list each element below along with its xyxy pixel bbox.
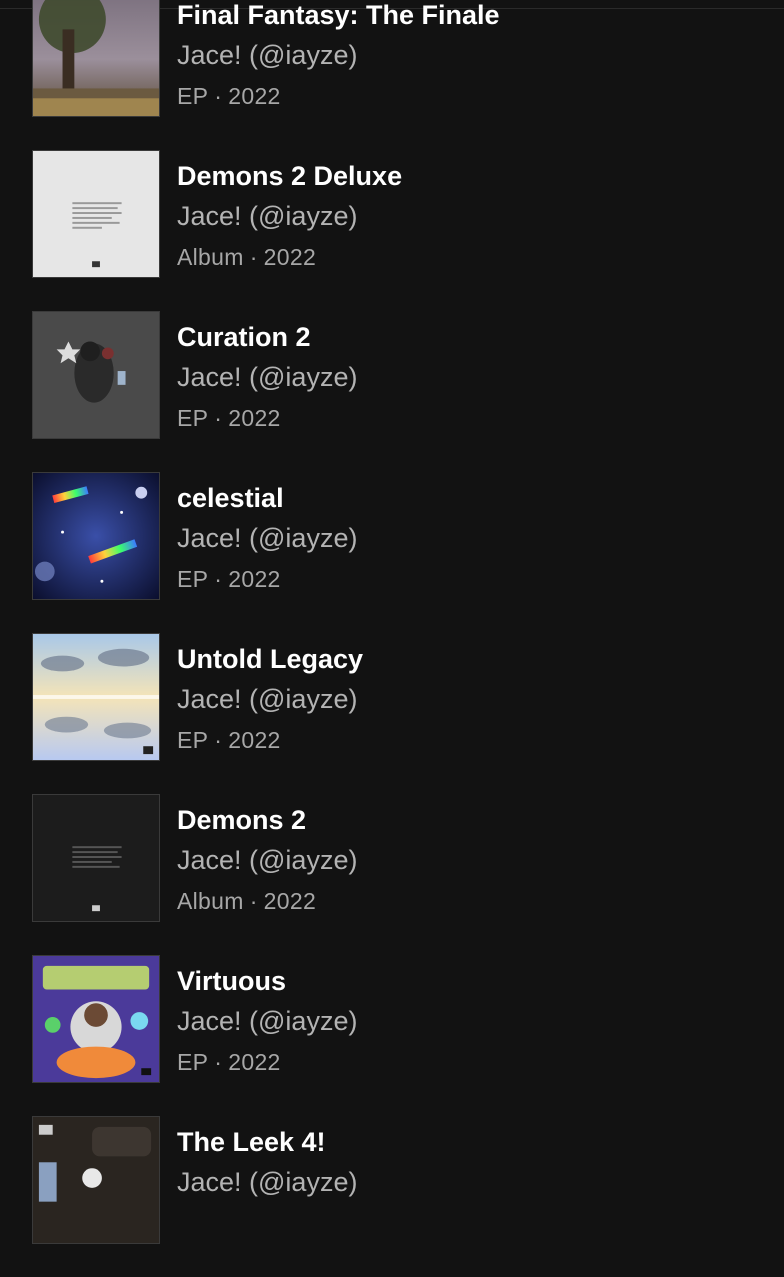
release-title[interactable]: The Leek 4! bbox=[177, 1127, 757, 1157]
release-type: EP bbox=[177, 1049, 209, 1075]
release-info: EP · 2022 bbox=[177, 82, 757, 110]
release-type: EP bbox=[177, 727, 209, 753]
release-row[interactable]: Demons 2 Jace! (@iayze) Album · 2022 bbox=[0, 794, 784, 955]
release-type: EP bbox=[177, 405, 209, 431]
release-artist[interactable]: Jace! (@iayze) bbox=[177, 40, 757, 70]
release-meta: Demons 2 Jace! (@iayze) Album · 2022 bbox=[177, 794, 757, 915]
album-cover bbox=[32, 150, 160, 278]
album-cover bbox=[32, 1116, 160, 1244]
release-type: Album bbox=[177, 888, 244, 914]
release-artist[interactable]: Jace! (@iayze) bbox=[177, 201, 757, 231]
release-info: EP · 2022 bbox=[177, 726, 757, 754]
separator-dot: · bbox=[214, 566, 223, 592]
release-meta: celestial Jace! (@iayze) EP · 2022 bbox=[177, 472, 757, 593]
release-meta: Final Fantasy: The Finale Jace! (@iayze)… bbox=[177, 0, 757, 110]
release-row[interactable]: Virtuous Jace! (@iayze) EP · 2022 bbox=[0, 955, 784, 1116]
release-type: EP bbox=[177, 566, 209, 592]
release-meta: Untold Legacy Jace! (@iayze) EP · 2022 bbox=[177, 633, 757, 754]
release-info: Album · 2022 bbox=[177, 243, 757, 271]
release-year: 2022 bbox=[228, 405, 281, 431]
release-year: 2022 bbox=[263, 888, 317, 914]
release-title[interactable]: Demons 2 Deluxe bbox=[177, 161, 757, 191]
album-cover bbox=[32, 472, 160, 600]
release-artist[interactable]: Jace! (@iayze) bbox=[177, 362, 757, 392]
release-artist[interactable]: Jace! (@iayze) bbox=[177, 845, 757, 875]
release-title[interactable]: Virtuous bbox=[177, 966, 757, 996]
separator-dot: · bbox=[214, 1049, 223, 1075]
release-artist[interactable]: Jace! (@iayze) bbox=[177, 1167, 757, 1197]
separator-dot: · bbox=[214, 83, 223, 109]
release-info: Album · 2022 bbox=[177, 887, 757, 915]
release-artist[interactable]: Jace! (@iayze) bbox=[177, 1006, 757, 1036]
release-list: Final Fantasy: The Finale Jace! (@iayze)… bbox=[0, 0, 784, 1277]
release-info: EP · 2022 bbox=[177, 565, 757, 593]
release-title[interactable]: Untold Legacy bbox=[177, 644, 757, 674]
release-artist[interactable]: Jace! (@iayze) bbox=[177, 684, 757, 714]
separator-dot: · bbox=[214, 405, 223, 431]
release-title[interactable]: Curation 2 bbox=[177, 322, 757, 352]
album-cover bbox=[32, 955, 160, 1083]
release-meta: Virtuous Jace! (@iayze) EP · 2022 bbox=[177, 955, 757, 1076]
release-year: 2022 bbox=[263, 244, 317, 270]
release-info: EP · 2022 bbox=[177, 1048, 757, 1076]
release-row[interactable]: Final Fantasy: The Finale Jace! (@iayze)… bbox=[0, 0, 784, 150]
release-info: EP · 2022 bbox=[177, 404, 757, 432]
release-artist[interactable]: Jace! (@iayze) bbox=[177, 523, 757, 553]
album-cover bbox=[32, 794, 160, 922]
release-row[interactable]: Untold Legacy Jace! (@iayze) EP · 2022 bbox=[0, 633, 784, 794]
release-row[interactable]: Curation 2 Jace! (@iayze) EP · 2022 bbox=[0, 311, 784, 472]
release-type: EP bbox=[177, 83, 209, 109]
release-row[interactable]: The Leek 4! Jace! (@iayze) bbox=[0, 1116, 784, 1277]
release-meta: Demons 2 Deluxe Jace! (@iayze) Album · 202… bbox=[177, 150, 757, 271]
release-row[interactable]: celestial Jace! (@iayze) EP · 2022 bbox=[0, 472, 784, 633]
release-meta: The Leek 4! Jace! (@iayze) bbox=[177, 1116, 757, 1197]
release-year: 2022 bbox=[228, 83, 281, 109]
release-type: Album bbox=[177, 244, 244, 270]
release-year: 2022 bbox=[228, 1049, 281, 1075]
release-title[interactable]: celestial bbox=[177, 483, 757, 513]
album-cover bbox=[32, 633, 160, 761]
release-title[interactable]: Demons 2 bbox=[177, 805, 757, 835]
release-row[interactable]: Demons 2 Deluxe Jace! (@iayze) Album · 202… bbox=[0, 150, 784, 311]
release-year: 2022 bbox=[228, 566, 281, 592]
release-year: 2022 bbox=[228, 727, 281, 753]
album-cover bbox=[32, 311, 160, 439]
release-meta: Curation 2 Jace! (@iayze) EP · 2022 bbox=[177, 311, 757, 432]
separator-dot: · bbox=[249, 888, 258, 914]
album-cover bbox=[32, 0, 160, 117]
separator-dot: · bbox=[214, 727, 223, 753]
release-title[interactable]: Final Fantasy: The Finale bbox=[177, 0, 757, 30]
separator-dot: · bbox=[249, 244, 258, 270]
